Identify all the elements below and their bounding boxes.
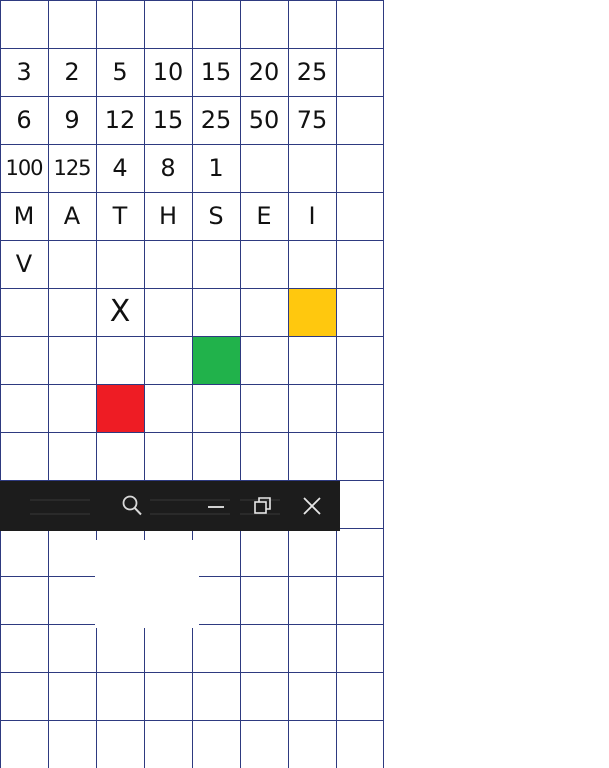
- board-cell-text: 100: [5, 155, 43, 180]
- search-icon: [122, 495, 142, 516]
- board-cell-text: 1: [208, 154, 224, 182]
- board-cell-text: 75: [296, 106, 328, 134]
- board-cell-text: E: [256, 202, 272, 230]
- board-cell-text: M: [13, 202, 35, 230]
- board-cell-text: 2: [64, 58, 80, 86]
- board-cell-text: V: [15, 250, 33, 278]
- board-cell-text: 6: [16, 106, 32, 134]
- search-button[interactable]: [108, 481, 156, 531]
- board-cell-text: 10: [152, 58, 184, 86]
- board-cell-text: 20: [248, 58, 280, 86]
- green-tile[interactable]: [193, 337, 240, 384]
- minimize-icon: [208, 506, 224, 508]
- board-cell-text: 9: [64, 106, 80, 134]
- board-cell-text: T: [112, 202, 128, 230]
- board-cell-text: H: [158, 202, 178, 230]
- board-cell-text: 3: [16, 58, 32, 86]
- board-cell-text: 12: [104, 106, 136, 134]
- blank-patch: [95, 540, 199, 628]
- minimize-button[interactable]: [192, 481, 240, 531]
- board-cell-text: 4: [112, 154, 128, 182]
- x-mark: X: [109, 294, 131, 329]
- close-button[interactable]: [288, 481, 336, 531]
- yellow-tile[interactable]: [289, 289, 336, 336]
- board-cell-text: 50: [248, 106, 280, 134]
- board-cell-text: 8: [160, 154, 176, 182]
- board-cell-text: I: [308, 202, 316, 230]
- board-cell-text: S: [208, 202, 224, 230]
- game-board: 3 2 5 10 15 20 25 6 9 12 15 25 50 75 100 125 4 8 1 M A T H S E I V…: [0, 0, 384, 768]
- window-control-bar: [0, 481, 340, 531]
- board-cell-text: 5: [112, 58, 128, 86]
- board-cell-text: A: [63, 202, 81, 230]
- board-cell-text: 125: [53, 155, 91, 180]
- board-cell-text: 15: [200, 58, 232, 86]
- board-cell-text: 15: [152, 106, 184, 134]
- board-cell-text: 25: [296, 58, 328, 86]
- restore-button[interactable]: [239, 481, 287, 531]
- board-cell-text: 25: [200, 106, 232, 134]
- red-tile[interactable]: [97, 385, 144, 432]
- ghost-shape: [30, 499, 90, 515]
- restore-icon: [254, 497, 271, 514]
- close-icon: [303, 497, 321, 515]
